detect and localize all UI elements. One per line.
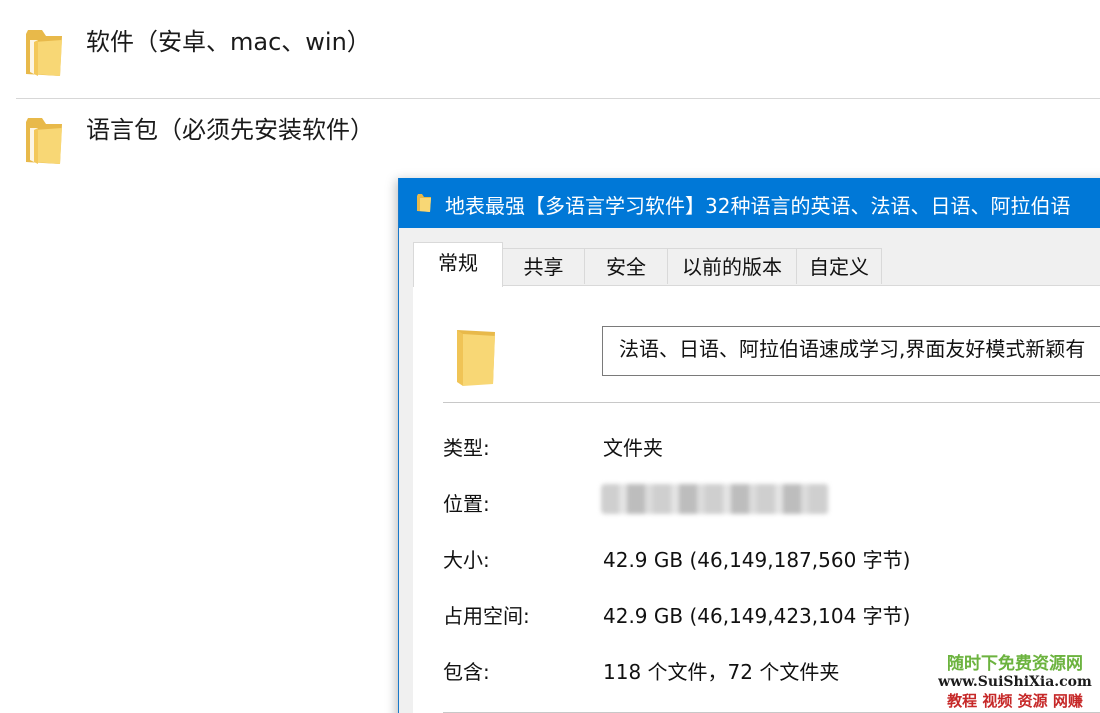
watermark-line-1: 随时下免费资源网 <box>947 654 1083 674</box>
size-on-disk-label: 占用空间: <box>443 604 530 628</box>
location-label: 位置: <box>443 492 490 516</box>
type-value: 文件夹 <box>603 436 663 460</box>
dialog-title: 地表最强【多语言学习软件】32种语言的英语、法语、日语、阿拉伯语 <box>445 194 1071 218</box>
size-value: 42.9 GB (46,149,187,560 字节) <box>603 548 911 572</box>
tab-strip: 常规 共享 安全 以前的版本 自定义 <box>413 242 1100 287</box>
folder-icon <box>26 118 62 164</box>
contains-value: 118 个文件，72 个文件夹 <box>603 660 840 684</box>
tab-general[interactable]: 常规 <box>413 242 503 287</box>
type-label: 类型: <box>443 436 490 460</box>
folder-icon <box>417 194 431 212</box>
size-label: 大小: <box>443 548 490 572</box>
explorer-folder-item[interactable]: 软件（安卓、mac、win） <box>0 0 1100 90</box>
location-value-redacted <box>601 484 829 514</box>
contains-label: 包含: <box>443 660 490 684</box>
tab-previous-versions[interactable]: 以前的版本 <box>667 248 797 284</box>
explorer-item-label: 软件（安卓、mac、win） <box>86 28 371 56</box>
explorer-item-label: 语言包（必须先安装软件） <box>86 116 374 144</box>
size-on-disk-value: 42.9 GB (46,149,423,104 字节) <box>603 604 911 628</box>
folder-icon <box>457 330 495 386</box>
screen: 软件（安卓、mac、win） 语言包（必须先安装软件） 地表最强【多语言学习软件… <box>0 0 1100 713</box>
properties-dialog: 地表最强【多语言学习软件】32种语言的英语、法语、日语、阿拉伯语 常规 共享 安… <box>398 178 1100 713</box>
folder-icon <box>26 30 62 76</box>
explorer-folder-item[interactable]: 语言包（必须先安装软件） <box>0 88 1100 178</box>
tab-security[interactable]: 安全 <box>584 248 668 284</box>
tab-sharing[interactable]: 共享 <box>502 248 585 284</box>
tab-customize[interactable]: 自定义 <box>796 248 882 284</box>
folder-name-field[interactable]: 法语、日语、阿拉伯语速成学习,界面友好模式新颖有 <box>602 326 1100 376</box>
watermark-line-3: 教程 视频 资源 网赚 <box>947 692 1083 710</box>
watermark-line-2: www.SuiShiXia.com <box>938 674 1092 690</box>
dialog-title-bar[interactable]: 地表最强【多语言学习软件】32种语言的英语、法语、日语、阿拉伯语 <box>399 178 1100 228</box>
separator <box>443 402 1100 403</box>
site-watermark: 随时下免费资源网 www.SuiShiXia.com 教程 视频 资源 网赚 <box>934 649 1096 711</box>
